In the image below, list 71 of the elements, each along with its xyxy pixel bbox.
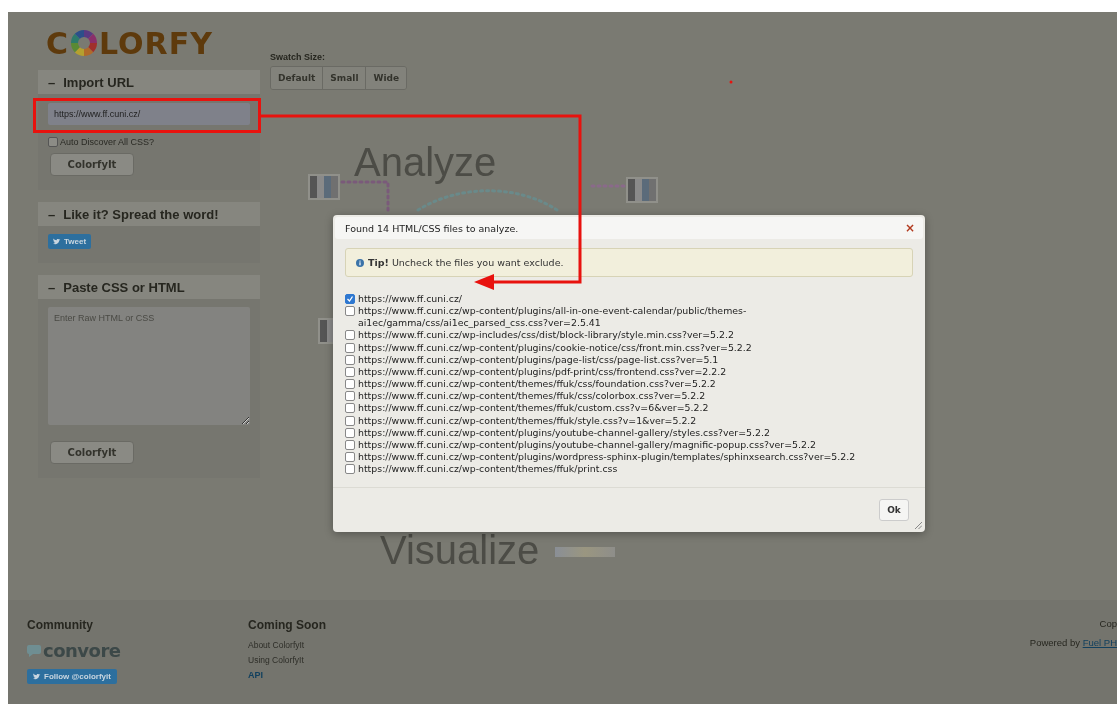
colorfy-button[interactable]: ColorfyIt [50,153,134,176]
info-icon [356,258,364,267]
bird-icon [33,673,41,680]
copyright-text: Cop [1099,618,1117,629]
colorfy-logo[interactable]: C LORFY [46,20,260,66]
panel-title: Like it? Spread the word! [63,206,219,222]
panel-title: Paste CSS or HTML [63,279,185,295]
file-url: https://www.ff.cuni.cz/wp-content/themes/ffuk/custom.css?v=6&ver=5.2.2 [358,402,710,415]
swatch-size-option[interactable]: Small [323,67,367,89]
checkbox[interactable] [345,452,355,463]
checkbox[interactable] [345,330,355,341]
panel-header[interactable]: – Paste CSS or HTML [38,275,260,299]
annotation-mark [729,80,733,84]
collapse-toggle[interactable]: – [48,74,56,90]
swatch-size-option[interactable]: Default [271,67,324,89]
column-heading: Community [27,618,94,632]
follow-button[interactable]: Follow @colorfyit [27,669,117,684]
file-url: https://www.ff.cuni.cz/wp-content/plugins/page-list/css/page-list.css?ver=5.1 [358,353,720,366]
file-url: https://www.ff.cuni.cz/wp-content/themes/ffuk/style.css?v=1&ver=5.2.2 [358,414,698,427]
swatch-size-label: Swatch Size: [270,52,326,62]
collapse-toggle[interactable]: – [48,279,56,295]
swatch-size-option[interactable]: Wide [366,67,407,89]
fuel-php-link[interactable]: Fuel PH [1082,637,1117,648]
checkbox[interactable] [345,439,355,450]
panel-header[interactable]: – Import URL [38,70,260,94]
checkbox-label: Auto Discover All CSS? [60,137,155,147]
swatch-strip [555,547,615,557]
file-url: https://www.ff.cuni.cz/wp-content/themes/ffuk/css/foundation.css?ver=5.2.2 [358,378,717,391]
bird-icon [53,238,61,245]
swatch-thumbnail [626,177,658,203]
speech-bubble-icon [27,643,41,658]
checkbox[interactable] [345,427,355,438]
file-url: https://www.ff.cuni.cz/wp-includes/css/dist/block-library/style.min.css?ver=5.2.2 [358,329,735,342]
checkbox[interactable] [345,391,355,402]
file-url: https://www.ff.cuni.cz/wp-content/themes/ffuk/css/colorbox.css?ver=5.2.2 [358,390,707,403]
panel-header[interactable]: – Like it? Spread the word! [38,202,260,226]
checkbox[interactable] [345,294,355,304]
tweet-button[interactable]: Tweet [48,234,92,249]
file-url: https://www.ff.cuni.cz/wp-content/plugins/youtube-channel-gallery/magnific-popup.css?ver=5.2.2 [358,438,817,452]
checkbox[interactable] [345,342,355,353]
file-url: https://www.ff.cuni.cz/wp-content/plugins/cookie-notice/css/front.min.css?ver=5.2.2 [358,341,753,354]
file-url: https://www.ff.cuni.cz/wp-content/plugins/pdf-print/css/frontend.css?ver=2.2.2 [358,365,728,379]
column-heading: Coming Soon [248,618,327,632]
checkbox[interactable] [345,415,355,426]
close-button[interactable]: × [904,221,915,235]
footer-link[interactable]: About ColorfyIt [248,640,305,650]
powered-by-text: Powered by Fuel PH [1029,637,1117,648]
convore-logo[interactable]: convore [27,640,248,661]
checkbox[interactable] [345,366,355,377]
file-url: https://www.ff.cuni.cz/wp-content/themes/ffuk/print.css [358,463,619,476]
color-wheel-icon [70,29,99,57]
file-url: https://www.ff.cuni.cz/ [358,293,464,306]
checkbox[interactable] [345,464,355,475]
file-url: https://www.ff.cuni.cz/wp-content/plugins/wordpress-sphinx-plugin/templates/sphinxsearch.css?ver=5.2.2 [358,451,857,464]
checkbox[interactable] [48,137,58,147]
checkbox[interactable] [345,379,355,390]
collapse-toggle[interactable]: – [48,206,56,222]
footer-link[interactable]: API [248,670,263,680]
tip-text: Tip! Uncheck the files you want exclude. [368,257,564,268]
ok-button[interactable]: Ok [879,499,909,521]
file-url: https://www.ff.cuni.cz/wp-content/plugins/youtube-channel-gallery/styles.css?ver=5.2.2 [358,426,771,439]
panel-title: Import URL [63,74,134,90]
checkbox[interactable] [345,403,355,414]
resize-grip-icon[interactable] [915,522,922,529]
colorfy-button[interactable]: ColorfyIt [50,441,134,464]
footer-link[interactable]: Using ColorfyIt [248,655,304,665]
swatch-thumbnail [308,174,340,200]
dialog-title: Found 14 HTML/CSS files to analyze. [345,222,519,234]
url-field[interactable]: https://www.ff.cuni.cz/ [48,103,250,125]
checkbox[interactable] [345,354,355,365]
checkbox[interactable] [345,306,355,317]
